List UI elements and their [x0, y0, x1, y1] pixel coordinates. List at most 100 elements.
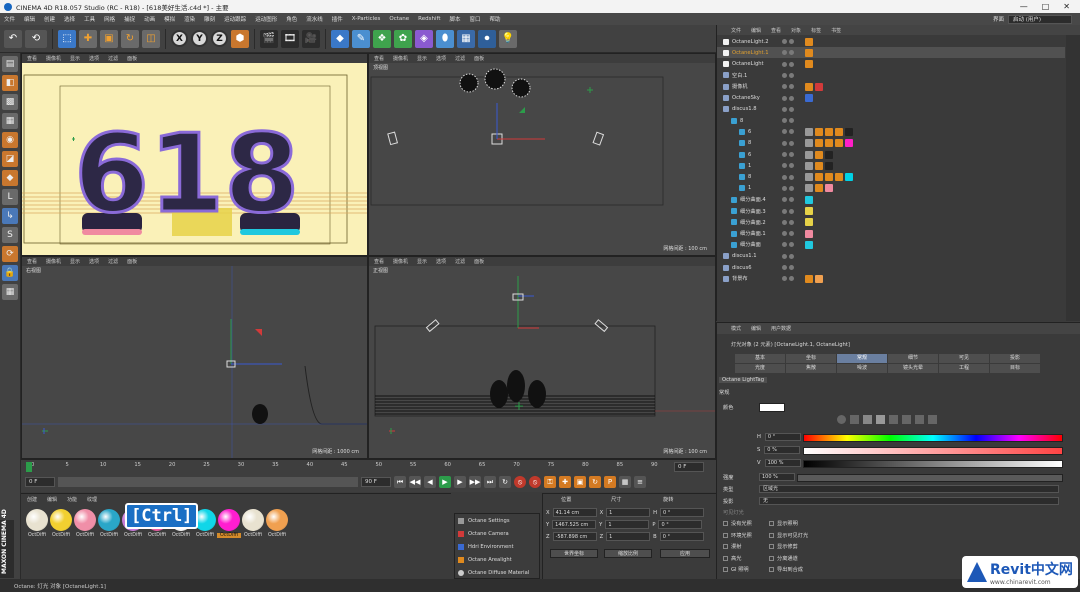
render-visibility-icon[interactable]: [789, 50, 794, 56]
render-visibility-icon[interactable]: [789, 163, 794, 169]
object-row[interactable]: 细分曲面.2: [717, 217, 1065, 228]
object-tag-icon[interactable]: [815, 173, 823, 182]
object-name[interactable]: 1: [748, 185, 751, 191]
mat-menu-texture[interactable]: 纹理: [87, 496, 97, 503]
timeline-end-field[interactable]: 0 F: [674, 462, 704, 472]
edges-mode-icon[interactable]: ◪: [2, 151, 18, 167]
vp-menu-display[interactable]: 显示: [70, 258, 80, 265]
attribute-tab[interactable]: 基本: [735, 354, 785, 363]
kelvin-mode-icon[interactable]: [902, 415, 911, 424]
render-visibility-icon[interactable]: [789, 242, 794, 248]
object-name[interactable]: 6: [748, 129, 751, 135]
editor-visibility-icon[interactable]: [782, 265, 787, 270]
intensity-slider[interactable]: [797, 474, 1063, 482]
editor-visibility-icon[interactable]: [782, 39, 787, 44]
material-swatch[interactable]: OctDiffi: [49, 509, 73, 538]
editor-visibility-icon[interactable]: [782, 118, 787, 124]
size-input[interactable]: 1: [606, 532, 651, 541]
visibility-dots[interactable]: [782, 72, 794, 78]
vp-menu-options[interactable]: 选项: [436, 55, 446, 62]
render-settings-icon[interactable]: 🎥: [302, 29, 320, 48]
object-row[interactable]: 摄像机: [717, 81, 1065, 92]
light-option[interactable]: GI 照明: [723, 566, 749, 573]
menu-item-render[interactable]: 渲染: [184, 15, 195, 23]
vp-menu-filter[interactable]: 过滤: [455, 258, 465, 265]
object-tag-icon[interactable]: [835, 127, 843, 136]
om-menu-file[interactable]: 文件: [731, 27, 741, 34]
editor-visibility-icon[interactable]: [782, 208, 787, 214]
visibility-dots[interactable]: [782, 129, 794, 135]
visibility-dots[interactable]: [782, 231, 794, 237]
object-tag-icon[interactable]: [845, 173, 853, 182]
object-tag-icon[interactable]: [845, 127, 853, 136]
coordinate-system-icon[interactable]: ⬢: [231, 29, 249, 48]
front-viewport[interactable]: 查看 摄像机 显示 选项 过滤 面板 正视图 网格间距: 100 cm: [368, 256, 716, 459]
octane-camera-item[interactable]: Octane Camera: [455, 527, 539, 540]
attribute-tab[interactable]: 工程: [939, 364, 989, 373]
position-input[interactable]: 41.14 cm: [552, 508, 597, 517]
object-row[interactable]: OctaneLight.1: [717, 47, 1065, 59]
vp-menu-options[interactable]: 选项: [436, 258, 446, 265]
menu-item-character[interactable]: 角色: [286, 15, 297, 23]
object-tag-icon[interactable]: [815, 150, 823, 159]
object-name[interactable]: OctaneLight.2: [732, 39, 769, 45]
visibility-dots[interactable]: [782, 95, 794, 101]
undo-icon[interactable]: ↶: [4, 29, 22, 48]
attribute-tab[interactable]: 焦散: [786, 364, 836, 373]
render-visibility-icon[interactable]: [789, 95, 794, 101]
visibility-dots[interactable]: [782, 140, 794, 146]
editor-visibility-icon[interactable]: [782, 197, 787, 203]
object-name[interactable]: 8: [748, 174, 751, 180]
object-tag-icon[interactable]: [805, 195, 813, 204]
right-viewport[interactable]: 查看 摄像机 显示 选项 过滤 面板 右视图 网格间距 : 1000 cm: [21, 256, 368, 459]
object-tag-icon[interactable]: [805, 82, 813, 91]
render-visibility-icon[interactable]: [789, 61, 794, 67]
attribute-tab[interactable]: 噪波: [837, 364, 887, 373]
vp-menu-display[interactable]: 显示: [70, 55, 80, 62]
lock-workplane-icon[interactable]: 🔒: [2, 265, 18, 281]
material-swatch[interactable]: OctDiffi: [73, 509, 97, 538]
timeline-ruler[interactable]: 0 5 10 15 20 25 30 35 40 45 50 55 60 65 70 75 80 85 90: [31, 462, 696, 472]
render-visibility-icon[interactable]: [789, 129, 794, 135]
editor-visibility-icon[interactable]: [782, 219, 787, 225]
object-name[interactable]: 细分曲面.1: [740, 230, 766, 237]
object-tag-icon[interactable]: [805, 161, 813, 170]
object-row[interactable]: 6: [717, 149, 1065, 160]
object-row[interactable]: 8: [717, 172, 1065, 183]
am-menu-edit[interactable]: 编辑: [751, 325, 761, 332]
render-visibility-icon[interactable]: [789, 72, 794, 78]
checkbox[interactable]: [723, 567, 728, 572]
menu-item-edit[interactable]: 编辑: [24, 15, 35, 23]
hdri-environment-item[interactable]: Hdri Environment: [455, 540, 539, 553]
light-option[interactable]: 高光: [723, 555, 741, 562]
om-menu-view[interactable]: 查看: [771, 27, 781, 34]
object-tag-icon[interactable]: [805, 37, 813, 46]
object-tag-icon[interactable]: [815, 161, 823, 170]
mat-menu-create[interactable]: 创建: [27, 496, 37, 503]
object-row[interactable]: 1: [717, 183, 1065, 194]
workplane-icon[interactable]: ▦: [2, 113, 18, 129]
om-menu-edit[interactable]: 编辑: [751, 27, 761, 34]
layout-dropdown[interactable]: 启动 (用户): [1008, 14, 1072, 24]
editor-visibility-icon[interactable]: [782, 50, 787, 56]
object-name[interactable]: 细分曲面: [740, 241, 761, 248]
spectrum-icon[interactable]: [850, 415, 859, 424]
visibility-dots[interactable]: [782, 185, 794, 191]
object-tag-icon[interactable]: [815, 127, 823, 136]
editor-visibility-icon[interactable]: [782, 140, 787, 146]
om-menu-bookmarks[interactable]: 书签: [831, 27, 841, 34]
visibility-dots[interactable]: [782, 152, 794, 157]
camera-icon[interactable]: ⏺: [478, 29, 496, 48]
object-tag-icon[interactable]: [825, 127, 833, 136]
render-visibility-icon[interactable]: [789, 174, 794, 180]
am-menu-mode[interactable]: 模式: [731, 325, 741, 332]
visibility-dots[interactable]: [782, 219, 794, 225]
redo-icon[interactable]: ⟲: [25, 29, 47, 48]
menu-item-motion-tracking[interactable]: 运动跟踪: [224, 15, 246, 23]
checkbox[interactable]: [769, 532, 774, 538]
timeline-settings-icon[interactable]: ≡: [634, 476, 646, 488]
next-frame-icon[interactable]: ▶: [454, 476, 466, 488]
object-tag-icon[interactable]: [835, 173, 843, 182]
object-tag-icon[interactable]: [825, 139, 833, 148]
polygons-mode-icon[interactable]: ◆: [2, 170, 18, 186]
